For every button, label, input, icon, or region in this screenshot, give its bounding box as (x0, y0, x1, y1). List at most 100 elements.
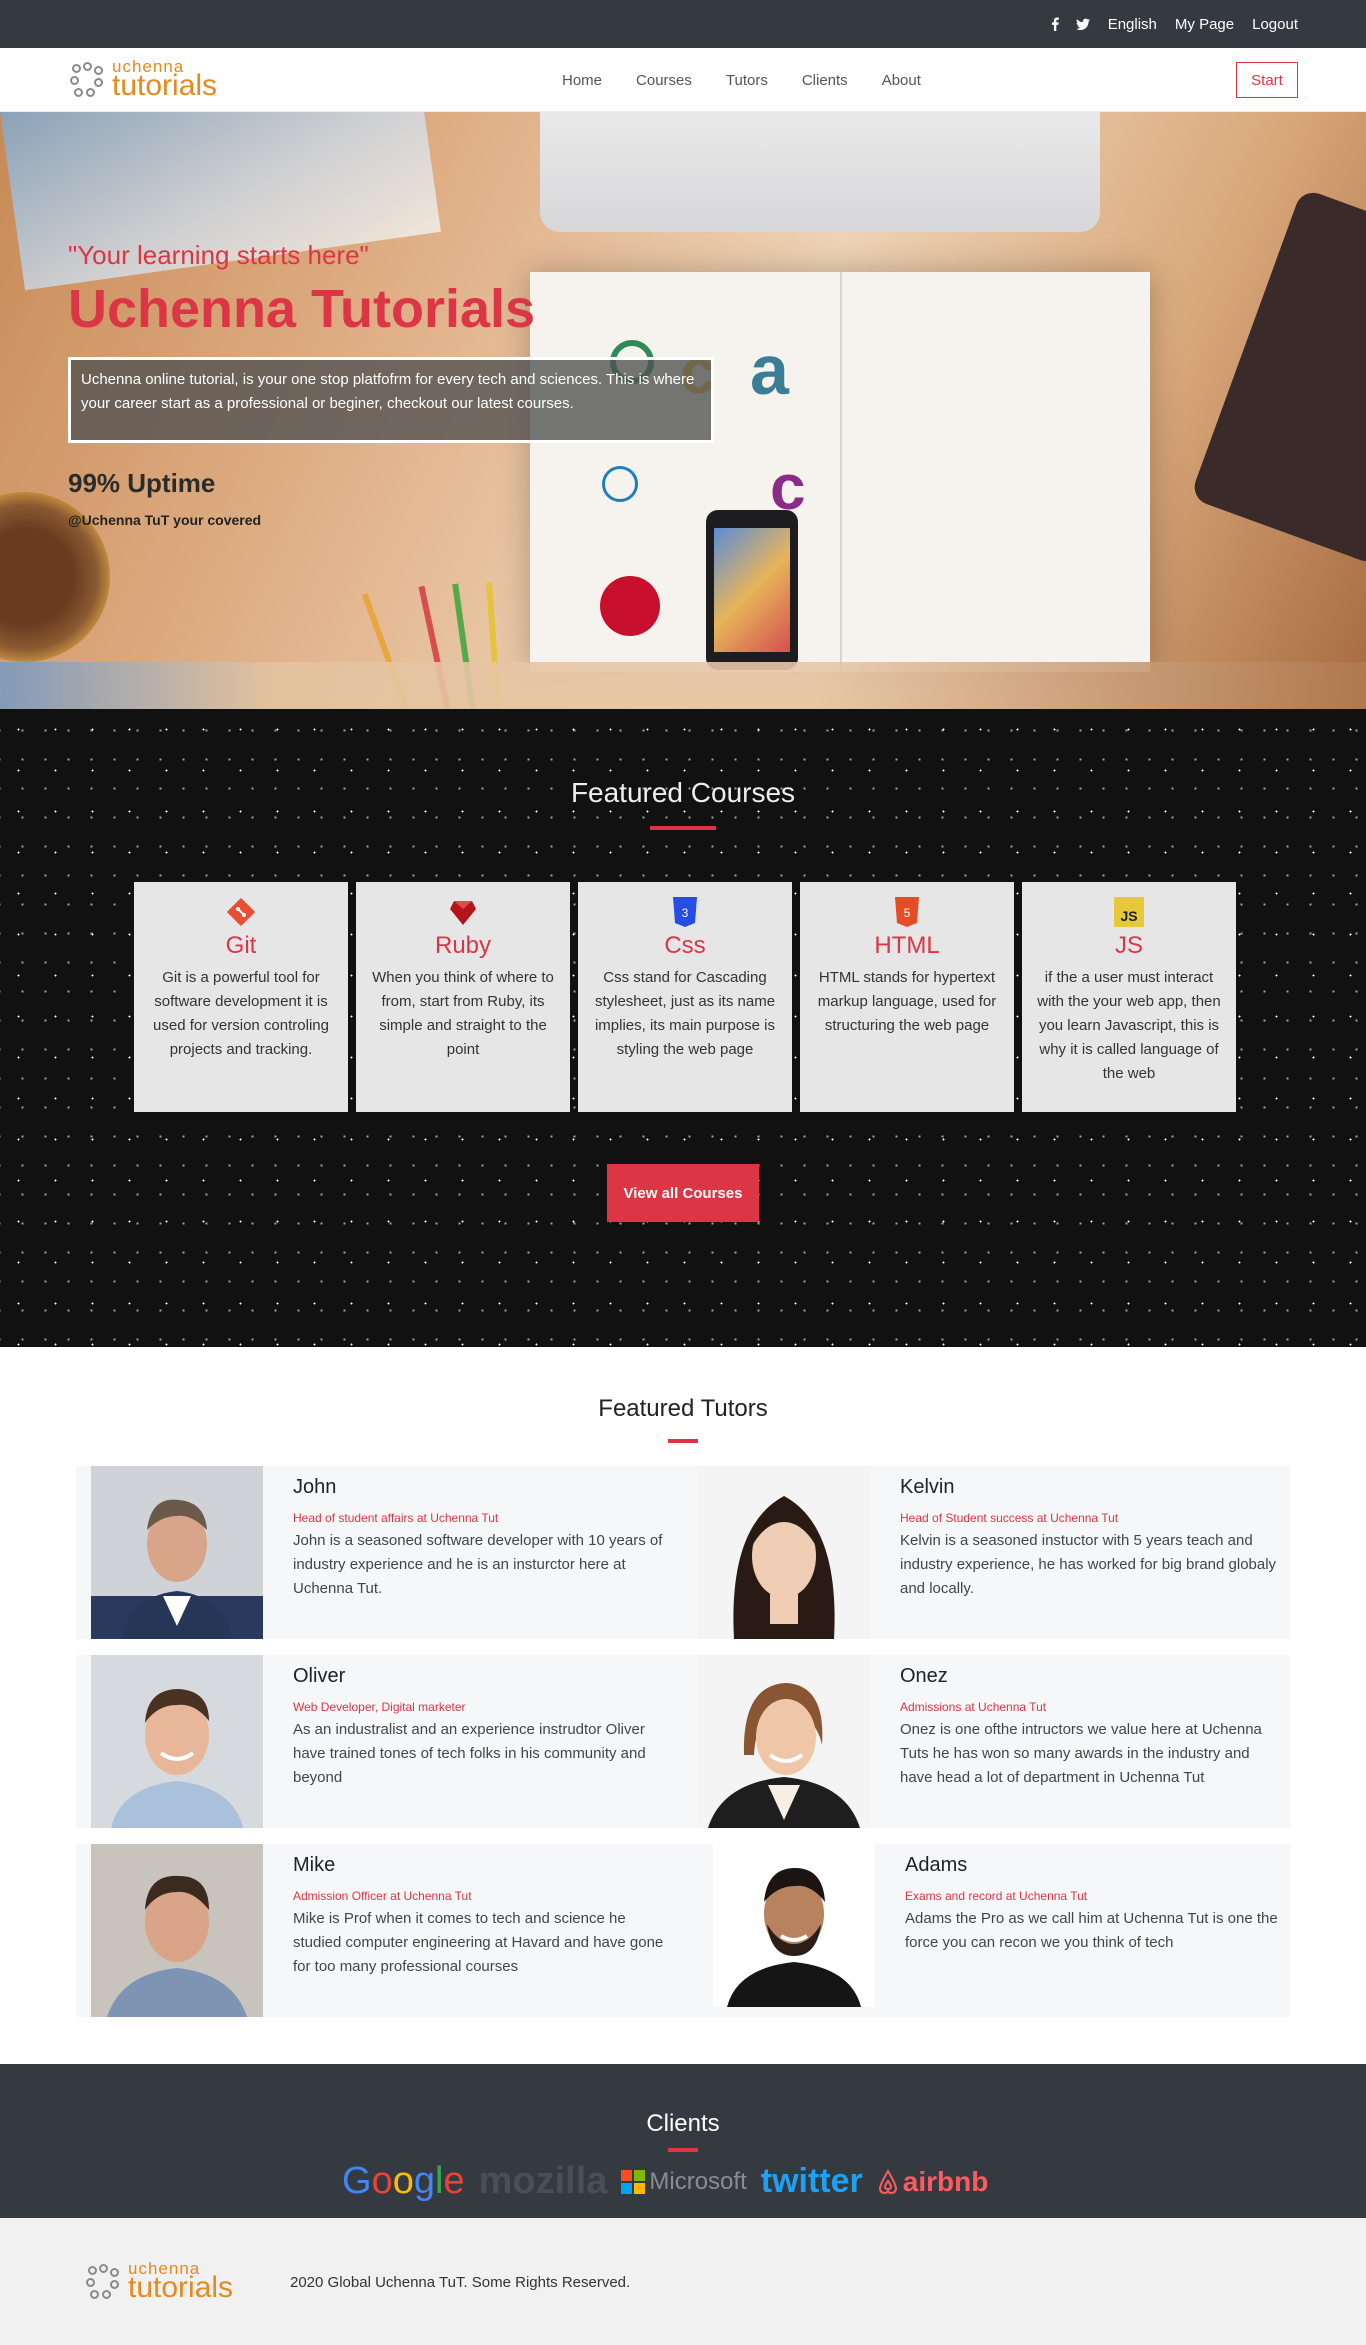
tutor-card-mike[interactable]: Mike Admission Officer at Uchenna Tut Mi… (91, 1844, 673, 2017)
brand-logo[interactable]: uchenna tutorials (70, 58, 217, 101)
course-description: Css stand for Cascading stylesheet, just… (594, 969, 776, 1058)
tutor-role: Exams and record at Uchenna Tut (905, 1889, 1088, 1903)
top-bar: English My Page Logout (0, 0, 1366, 48)
course-grid: Git Git is a powerful tool for software … (134, 882, 1236, 1112)
featured-courses-title: Featured Courses (570, 777, 796, 808)
tutor-name: John (293, 1476, 337, 1498)
tutor-role: Web Developer, Digital marketer (293, 1700, 466, 1714)
google-logo: Google (342, 2160, 465, 2202)
tutor-role: Admissions at Uchenna Tut (900, 1700, 1047, 1714)
logo-dots-icon (86, 2263, 122, 2300)
client-logos: Google mozilla Microsoft twitter airbnb (342, 2160, 988, 2203)
featured-tutors-title: Featured Tutors (598, 1395, 768, 1422)
hero-background-phone (706, 510, 798, 670)
social-links (1048, 17, 1090, 31)
main-nav: Home Courses Tutors Clients About (562, 48, 921, 112)
course-card-git[interactable]: Git Git is a powerful tool for software … (134, 882, 348, 1112)
microsoft-logo: Microsoft (621, 2167, 747, 2196)
tutor-role: Head of Student success at Uchenna Tut (900, 1511, 1119, 1525)
tutor-card-onez[interactable]: Onez Admissions at Uchenna Tut Onez is o… (698, 1655, 1280, 1828)
tutor-role: Head of student affairs at Uchenna Tut (293, 1511, 499, 1525)
facebook-icon[interactable] (1048, 17, 1062, 31)
nav-about[interactable]: About (882, 72, 921, 89)
course-description: if the a user must interact with the you… (1037, 969, 1221, 1082)
featured-courses-section: Featured Courses Git Git is a powerful t… (0, 709, 1366, 1347)
nav-courses[interactable]: Courses (636, 72, 692, 89)
clients-section: Clients Google mozilla Microsoft twitter… (0, 2064, 1366, 2218)
copyright-text: 2020 Global Uchenna TuT. Some Rights Res… (290, 2274, 631, 2291)
hero-background-laptop (540, 112, 1100, 232)
logout-link[interactable]: Logout (1252, 16, 1298, 33)
course-description: When you think of where to from, start f… (372, 969, 554, 1058)
tutor-bio: John is a seasoned software developer wi… (293, 1532, 663, 1597)
my-page-link[interactable]: My Page (1175, 16, 1234, 33)
course-card-css[interactable]: 3 Css Css stand for Cascading stylesheet… (578, 882, 792, 1112)
svg-text:JS: JS (1120, 908, 1137, 924)
hero-covered: @Uchenna TuT your covered (68, 512, 262, 528)
title-underline (668, 2148, 698, 2152)
airbnb-logo: airbnb (877, 2166, 988, 2198)
title-underline (650, 826, 716, 830)
twitter-logo: twitter (760, 2162, 863, 2200)
js-icon: JS (1113, 896, 1145, 928)
tutor-photo (91, 1655, 263, 1828)
tutor-card-adams[interactable]: Adams Exams and record at Uchenna Tut Ad… (713, 1844, 1285, 2017)
tutor-bio: Onez is one ofthe intructors we value he… (900, 1721, 1262, 1786)
logo-text-bottom: tutorials (112, 69, 218, 102)
clients-title: Clients (646, 2110, 720, 2137)
logo-text-bottom: tutorials (128, 2271, 234, 2304)
tutor-card-kelvin[interactable]: Kelvin Head of Student success at Uchenn… (698, 1466, 1280, 1639)
top-bar-links: English My Page Logout (1048, 0, 1298, 48)
course-card-html[interactable]: 5 HTML HTML stands for hypertext markup … (800, 882, 1014, 1112)
tutor-bio: As an industralist and an experience ins… (293, 1721, 646, 1786)
hero-section: c a c "Your learning starts here" Uchenn… (0, 112, 1366, 709)
tutor-photo (698, 1466, 870, 1639)
tutor-row: Oliver Web Developer, Digital marketer A… (76, 1655, 1290, 1828)
navbar: uchenna tutorials Home Courses Tutors Cl… (0, 48, 1366, 112)
course-name: JS (1114, 932, 1143, 959)
tutor-name: Onez (900, 1665, 948, 1687)
footer: uchenna tutorials 2020 Global Uchenna Tu… (0, 2218, 1366, 2345)
footer-logo[interactable]: uchenna tutorials (86, 2260, 233, 2303)
nav-home[interactable]: Home (562, 72, 602, 89)
tutor-bio: Adams the Pro as we call him at Uchenna … (905, 1910, 1278, 1951)
hero-tagline: "Your learning starts here" (68, 240, 369, 270)
tutor-name: Oliver (293, 1665, 346, 1687)
course-name: Css (664, 932, 706, 959)
tutor-bio: Kelvin is a seasoned instuctor with 5 ye… (900, 1532, 1277, 1597)
tutor-role: Admission Officer at Uchenna Tut (293, 1889, 472, 1903)
mozilla-logo: mozilla (478, 2160, 608, 2202)
ruby-icon (447, 896, 479, 928)
course-name: Git (225, 932, 257, 959)
hero-title: Uchenna Tutorials (68, 279, 536, 339)
tutor-card-john[interactable]: John Head of student affairs at Uchenna … (91, 1466, 673, 1639)
course-description: Git is a powerful tool for software deve… (153, 969, 329, 1058)
course-name: Ruby (434, 932, 492, 959)
hero-uptime: 99% Uptime (68, 468, 216, 498)
hero-background-tablet (1189, 187, 1366, 567)
tutor-bio: Mike is Prof when it comes to tech and s… (293, 1910, 664, 1975)
tutor-grid: John Head of student affairs at Uchenna … (76, 1466, 1290, 2033)
git-icon (225, 896, 257, 928)
microsoft-logo-text: Microsoft (649, 2167, 747, 2195)
title-underline (668, 1439, 698, 1443)
course-card-js[interactable]: JS JS if the a user must interact with t… (1022, 882, 1236, 1112)
course-card-ruby[interactable]: Ruby When you think of where to from, st… (356, 882, 570, 1112)
course-name: HTML (874, 932, 940, 959)
nav-tutors[interactable]: Tutors (726, 72, 768, 89)
view-all-courses-button[interactable]: View all Courses (607, 1164, 759, 1222)
twitter-icon[interactable] (1075, 17, 1090, 31)
nav-clients[interactable]: Clients (802, 72, 848, 89)
language-link[interactable]: English (1108, 16, 1157, 33)
tutor-row: Mike Admission Officer at Uchenna Tut Mi… (76, 1844, 1290, 2017)
hero-background-strip (0, 662, 1366, 709)
logo-dots-icon (70, 61, 106, 98)
start-button[interactable]: Start (1236, 62, 1298, 98)
svg-text:5: 5 (904, 906, 911, 920)
hero-description: Uchenna online tutorial, is your one sto… (68, 357, 714, 443)
tutor-card-oliver[interactable]: Oliver Web Developer, Digital marketer A… (91, 1655, 673, 1828)
svg-text:3: 3 (682, 906, 689, 920)
tutor-photo (713, 1844, 875, 2007)
tutor-photo (698, 1655, 870, 1828)
course-description: HTML stands for hypertext markup languag… (817, 969, 997, 1034)
